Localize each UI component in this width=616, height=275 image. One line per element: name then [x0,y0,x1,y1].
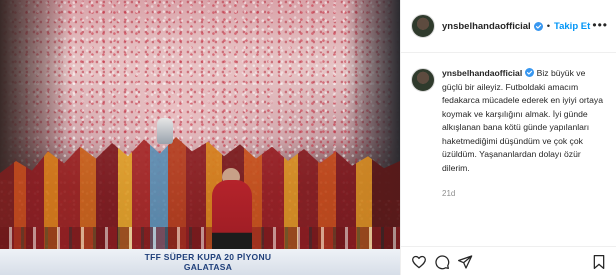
caption-body: ynsbelhandaofficial Biz büyük ve güçlü b… [442,67,606,201]
caption-text: Biz büyük ve güçlü bir aileyiz. Futbolda… [442,68,603,173]
verified-badge-icon [533,21,543,31]
banner-text: TFF SÜPER KUPA 20 PİYONU GALATASA [88,252,328,272]
more-options-icon[interactable]: ••• [592,19,608,31]
caption: ynsbelhandaofficial Biz büyük ve güçlü b… [401,53,616,201]
banner-line-1: TFF SÜPER KUPA 20 PİYONU [144,252,272,262]
follow-button[interactable]: Takip Et [554,21,590,32]
post-timestamp[interactable]: 21d [442,187,606,201]
paper-plane-icon[interactable] [457,254,473,270]
trophy-icon [157,118,173,144]
verified-badge-icon [525,68,535,77]
stadium-left [0,0,70,180]
instagram-post: TFF SÜPER KUPA 20 PİYONU GALATASA ynsbel… [0,0,616,275]
comment-icon[interactable] [434,254,450,270]
banner-line-2: GALATASA [183,262,233,272]
post-photo[interactable]: TFF SÜPER KUPA 20 PİYONU GALATASA [0,0,400,275]
heart-icon[interactable] [411,254,427,270]
bookmark-icon[interactable] [591,254,607,270]
post-side-panel: ynsbelhandaofficial • Takip Et ••• ynsbe… [400,0,616,275]
caption-avatar[interactable] [411,68,435,92]
separator-dot: • [546,20,551,32]
action-bar [401,246,616,275]
avatar[interactable] [411,14,435,38]
caption-username[interactable]: ynsbelhandaofficial [442,68,522,78]
header-username[interactable]: ynsbelhandaofficial [442,21,531,32]
post-header: ynsbelhandaofficial • Takip Et ••• [401,0,616,53]
